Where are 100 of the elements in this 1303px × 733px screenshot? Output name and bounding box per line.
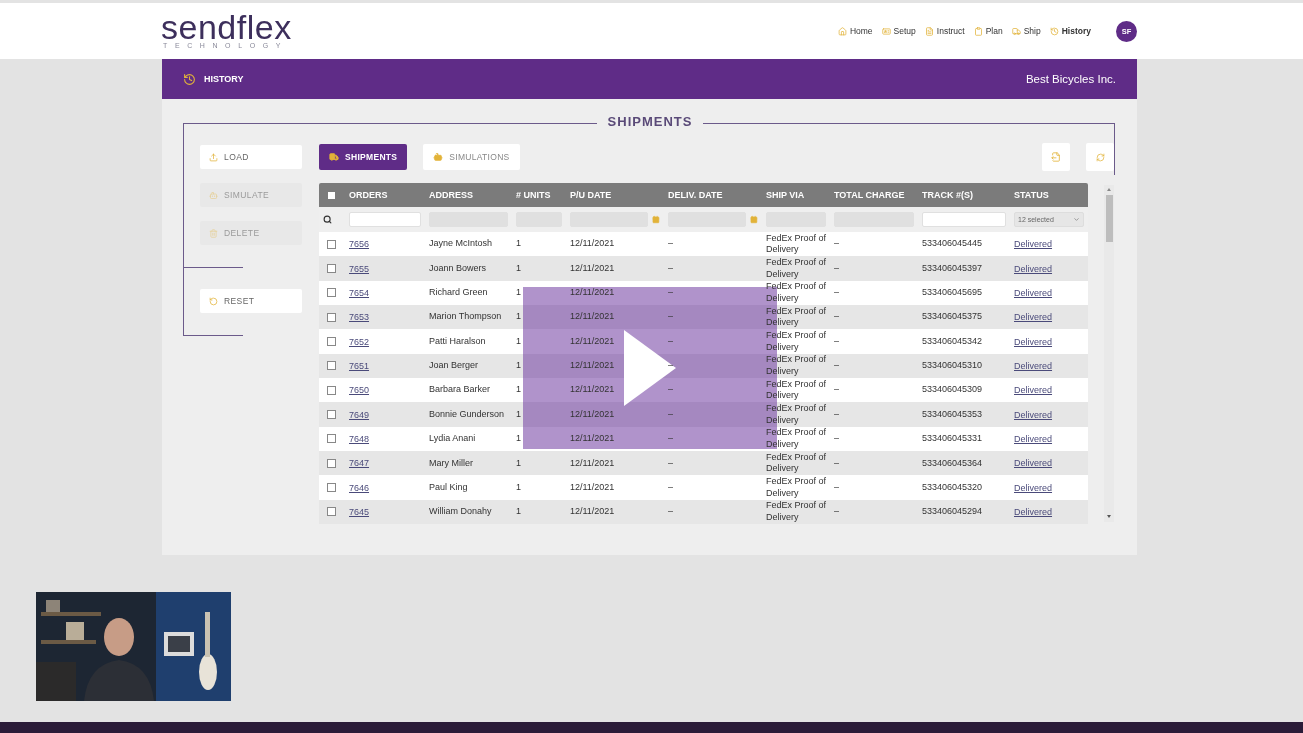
status-link[interactable]: Delivered (1014, 482, 1053, 493)
nav-link[interactable]: Plan (973, 26, 1003, 36)
order-link[interactable]: 7653 (349, 312, 370, 323)
status-link[interactable]: Delivered (1014, 312, 1053, 323)
table-cell-text: 12/11/2021 (569, 481, 616, 494)
table-cell-text: – (833, 262, 840, 275)
row-checkbox[interactable] (327, 483, 336, 493)
nav-link[interactable]: History (1049, 26, 1091, 36)
view-tab[interactable]: SHIPMENTS (319, 144, 408, 170)
table-cell-text: 12/11/2021 (569, 335, 616, 348)
robot-icon (433, 152, 444, 162)
row-checkbox[interactable] (327, 361, 336, 371)
nav-link[interactable]: Setup (881, 26, 916, 36)
table-cell-text: FedEx Proof of Delivery (765, 378, 828, 402)
history-icon (1049, 26, 1059, 36)
table-cell-text: 1 (515, 457, 522, 469)
status-link[interactable]: Delivered (1014, 263, 1053, 274)
order-link[interactable]: 7651 (349, 360, 370, 371)
table-cell-text: 1 (515, 311, 522, 323)
table-cell-text: – (667, 481, 674, 494)
nav-link[interactable]: Instruct (924, 26, 965, 36)
id-card-icon (881, 26, 891, 36)
table-cell-text: – (667, 506, 674, 518)
status-link[interactable]: Delivered (1014, 409, 1053, 420)
table-cell-text: 1 (515, 506, 522, 518)
row-checkbox[interactable] (327, 385, 336, 395)
row-checkbox[interactable] (327, 434, 336, 444)
play-icon[interactable] (624, 330, 676, 406)
table-cell-text: 533406045331 (921, 433, 984, 445)
filter-field[interactable] (349, 212, 421, 227)
order-link[interactable]: 7656 (349, 239, 370, 250)
table-cell-text: 1 (515, 433, 522, 445)
status-link[interactable]: Delivered (1014, 458, 1053, 469)
row-checkbox[interactable] (327, 458, 336, 468)
column-header: TOTAL CHARGE (833, 190, 906, 200)
nav-link[interactable]: Home (837, 26, 873, 36)
table-cell-text: 533406045320 (921, 481, 984, 494)
status-link[interactable]: Delivered (1014, 385, 1053, 396)
row-checkbox[interactable] (327, 264, 336, 273)
status-link[interactable]: Delivered (1014, 239, 1053, 250)
row-checkbox[interactable] (327, 337, 336, 347)
order-link[interactable]: 7646 (349, 482, 370, 493)
table-cell-text: Lydia Anani (428, 433, 477, 445)
order-link[interactable]: 7650 (349, 385, 370, 396)
truck-icon (1011, 26, 1021, 36)
filter-field[interactable] (922, 212, 1006, 227)
table-cell-text: 12/11/2021 (569, 506, 616, 518)
table-cell-text: 1 (515, 408, 522, 421)
table-cell-text: 1 (515, 238, 522, 250)
export-icon (1051, 152, 1061, 162)
logo-name: sendflex (161, 12, 292, 41)
table-cell-text: 533406045364 (921, 457, 984, 469)
status-link[interactable]: Delivered (1014, 336, 1053, 347)
table-cell-text: – (833, 457, 840, 469)
order-link[interactable]: 7649 (349, 409, 370, 420)
home-icon (837, 26, 847, 36)
table-cell-text: – (833, 238, 840, 250)
order-link[interactable]: 7654 (349, 287, 370, 298)
reset-button[interactable]: RESET (200, 289, 302, 313)
row-checkbox[interactable] (327, 239, 336, 249)
status-link[interactable]: Delivered (1014, 506, 1053, 517)
upload-icon (209, 152, 218, 162)
table-cell-text: 533406045353 (921, 408, 984, 421)
table-cell-text: 533406045342 (921, 335, 984, 348)
table-cell-text: 1 (515, 360, 522, 372)
status-link[interactable]: Delivered (1014, 287, 1053, 298)
table-cell-text: – (833, 335, 840, 348)
table-cell-text: 12/11/2021 (569, 433, 616, 445)
row-checkbox[interactable] (327, 507, 336, 517)
table-cell-text: Patti Haralson (428, 335, 487, 348)
caret-icon (1073, 216, 1080, 223)
table-cell-text: 533406045695 (921, 287, 984, 299)
reset-icon (209, 296, 218, 306)
order-link[interactable]: 7652 (349, 336, 370, 347)
column-header: TRACK #(S) (921, 190, 974, 200)
order-link[interactable]: 7648 (349, 433, 370, 444)
order-link[interactable]: 7647 (349, 458, 370, 469)
table-cell-text: – (833, 433, 840, 445)
table-cell-text: 533406045309 (921, 384, 984, 396)
order-link[interactable]: 7645 (349, 506, 370, 517)
order-link[interactable]: 7655 (349, 263, 370, 274)
table-cell-text: 1 (515, 384, 522, 396)
row-checkbox[interactable] (327, 312, 336, 322)
status-link[interactable]: Delivered (1014, 433, 1053, 444)
action-button[interactable]: LOAD (200, 145, 302, 169)
table-cell-text: – (667, 408, 674, 421)
nav-link[interactable]: Ship (1011, 26, 1041, 36)
row-checkbox[interactable] (327, 288, 336, 298)
table-cell-text: 533406045445 (921, 238, 984, 250)
document-icon (924, 26, 934, 36)
table-cell-text: – (833, 408, 840, 421)
status-link[interactable]: Delivered (1014, 360, 1053, 371)
row-checkbox[interactable] (327, 410, 336, 420)
table-cell-text: 533406045310 (921, 360, 984, 372)
select-all-checkbox[interactable] (328, 191, 335, 199)
refresh-icon (1095, 152, 1105, 162)
table-cell-text: FedEx Proof of Delivery (765, 451, 828, 475)
scrollbar[interactable] (1104, 185, 1114, 522)
view-tab[interactable]: SIMULATIONS (423, 144, 520, 170)
table-cell-text: Barbara Barker (428, 384, 492, 396)
